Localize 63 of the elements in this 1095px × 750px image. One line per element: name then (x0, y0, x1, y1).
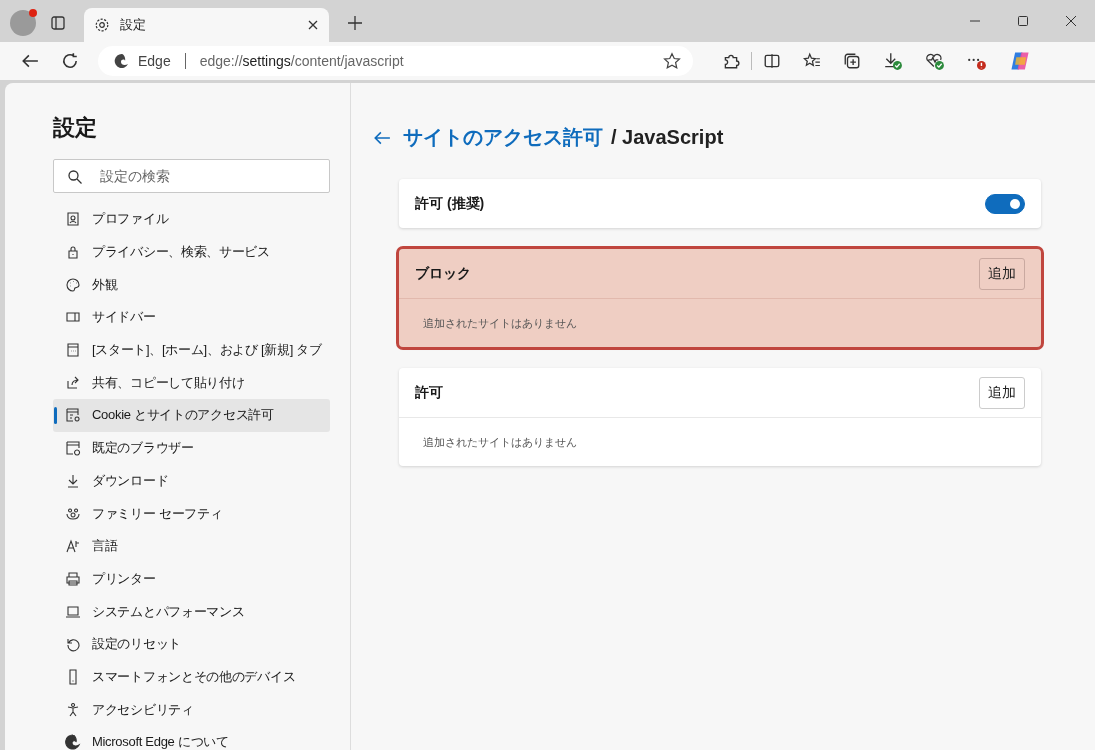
sidebar-item[interactable]: Microsoft Edge について (53, 726, 330, 750)
sidebar-item[interactable]: Cookie とサイトのアクセス許可 (53, 399, 330, 432)
search-icon (67, 169, 83, 185)
sidebar-item[interactable]: [スタート]、[ホーム]、および [新規] タブ (53, 333, 330, 367)
search-field[interactable]: 設定の検索 (53, 159, 330, 193)
sidebar-item[interactable]: スマートフォンとその他のデバイス (53, 660, 330, 694)
breadcrumb-link[interactable]: サイトのアクセス許可 (403, 124, 603, 151)
star-icon[interactable] (663, 52, 681, 70)
close-icon[interactable] (1065, 15, 1077, 27)
lock-icon (65, 244, 81, 261)
page-title: / JavaScript (611, 126, 724, 149)
setting-label: 許可 (推奨) (415, 194, 485, 213)
download-icon[interactable] (883, 51, 903, 71)
profile-avatar-icon[interactable] (10, 10, 36, 36)
tab-title: 設定 (120, 16, 147, 34)
printer-icon (65, 570, 81, 587)
sidebar-item[interactable]: ファミリー セーフティ (53, 497, 330, 530)
person-icon (65, 701, 81, 718)
language-icon (65, 538, 81, 555)
sidebar-item[interactable]: 外観 (53, 268, 330, 302)
add-button[interactable]: 追加 (979, 257, 1025, 290)
empty-message: 追加されたサイトはありません (423, 315, 577, 331)
favorites-icon[interactable] (803, 52, 821, 70)
reset-icon (65, 636, 81, 653)
copilot-icon[interactable] (1009, 50, 1031, 72)
close-icon[interactable] (307, 19, 319, 31)
download-icon (65, 472, 81, 489)
sidebar-item[interactable]: プロファイル (53, 203, 330, 236)
puzzle-piece-icon[interactable] (722, 52, 740, 70)
sidebar-item[interactable]: サイドバー (53, 301, 330, 334)
refresh-icon[interactable] (61, 52, 79, 70)
list-title: ブロック (415, 264, 471, 283)
address-bar[interactable]: Edge edge://settings/content/javascript (98, 46, 693, 76)
laptop-icon (65, 603, 81, 620)
sidebar-item[interactable]: ダウンロード (53, 464, 330, 498)
settings-title: 設定 (53, 114, 98, 142)
gear-icon (94, 17, 110, 33)
palette-icon (65, 276, 81, 293)
share-icon (65, 374, 81, 391)
back-arrow-icon[interactable] (21, 52, 39, 70)
sidebar-item[interactable]: プライバシー、検索、サービス (53, 235, 330, 269)
sidebar-item[interactable]: 共有、コピーして貼り付け (53, 366, 330, 400)
list-title: 許可 (415, 383, 443, 402)
sidebar-item[interactable]: 設定のリセット (53, 627, 330, 661)
toggle-switch[interactable] (985, 193, 1025, 214)
sidebar-item[interactable]: 言語 (53, 529, 330, 563)
site-label: Edge (138, 53, 171, 69)
browser-tab[interactable]: 設定 (84, 8, 329, 42)
collections-icon[interactable] (843, 52, 861, 70)
sidebar-item[interactable]: システムとパフォーマンス (53, 595, 330, 628)
tab-actions-icon[interactable] (50, 15, 66, 31)
sidebar-item[interactable]: 既定のブラウザー (53, 431, 330, 465)
maximize-icon[interactable] (1017, 15, 1029, 27)
add-button[interactable]: 追加 (979, 376, 1025, 409)
new-tab-icon[interactable] (347, 15, 363, 31)
browser-icon (65, 440, 81, 457)
empty-message: 追加されたサイトはありません (423, 434, 577, 450)
split-screen-icon[interactable] (763, 52, 781, 70)
heart-pulse-icon[interactable] (925, 51, 945, 71)
url-text: edge://settings/content/javascript (199, 53, 404, 69)
sidebar-item[interactable]: プリンター (53, 562, 330, 596)
profile-icon (65, 211, 81, 228)
sidebar-item[interactable]: アクセシビリティ (53, 693, 330, 726)
